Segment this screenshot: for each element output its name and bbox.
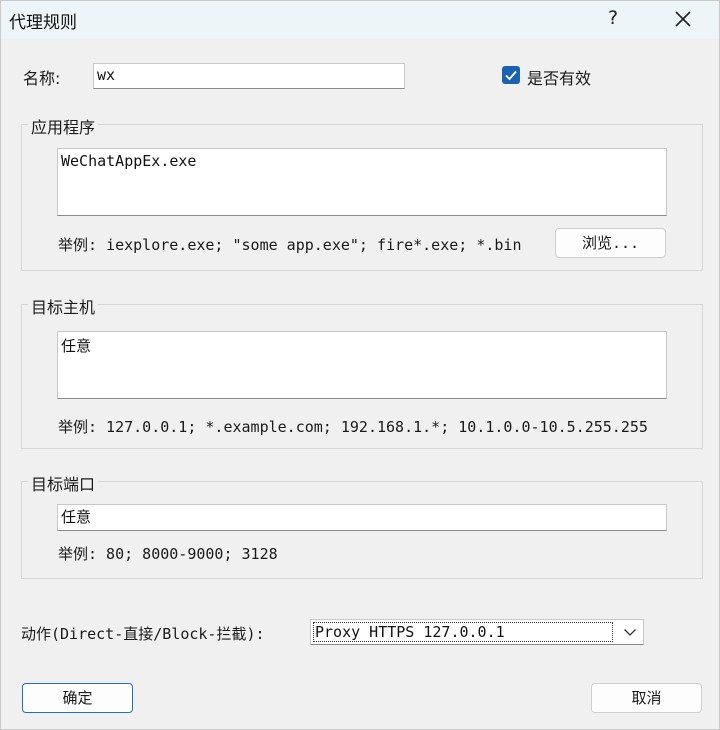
title-bar: 代理规则 ? xyxy=(1,1,719,39)
chevron-down-icon xyxy=(624,629,636,636)
target-ports-input[interactable]: 任意 xyxy=(57,504,667,531)
applications-example: 举例: iexplore.exe; "some app.exe"; fire*.… xyxy=(58,236,522,254)
dialog-title: 代理规则 xyxy=(9,13,77,33)
enabled-label: 是否有效 xyxy=(527,69,592,88)
ok-button[interactable]: 确定 xyxy=(22,683,133,713)
enabled-checkbox[interactable] xyxy=(502,66,520,84)
browse-button[interactable]: 浏览... xyxy=(555,228,666,258)
applications-group-title: 应用程序 xyxy=(28,114,99,138)
cancel-button[interactable]: 取消 xyxy=(591,683,702,713)
applications-input[interactable]: WeChatAppEx.exe xyxy=(57,148,667,216)
target-hosts-example: 举例: 127.0.0.1; *.example.com; 192.168.1.… xyxy=(58,418,648,436)
close-button[interactable] xyxy=(665,5,701,35)
target-hosts-input[interactable]: 任意 xyxy=(57,331,667,399)
action-label: 动作(Direct-直接/Block-拦截): xyxy=(21,625,265,643)
checkmark-icon xyxy=(505,70,517,81)
action-dropdown[interactable]: Proxy HTTPS 127.0.0.1 xyxy=(310,619,644,645)
action-selected-value: Proxy HTTPS 127.0.0.1 xyxy=(313,622,613,642)
target-ports-example: 举例: 80; 8000-9000; 3128 xyxy=(58,545,278,563)
help-button[interactable]: ? xyxy=(601,7,625,29)
target-hosts-group-title: 目标主机 xyxy=(28,294,99,318)
name-input[interactable]: wx xyxy=(93,63,405,89)
close-icon xyxy=(675,11,691,27)
name-label: 名称: xyxy=(23,69,61,88)
proxy-rule-dialog: 代理规则 ? 名称: wx 是否有效 应用程序 WeChatAppEx.exe … xyxy=(0,0,720,730)
target-ports-group-title: 目标端口 xyxy=(28,471,99,495)
